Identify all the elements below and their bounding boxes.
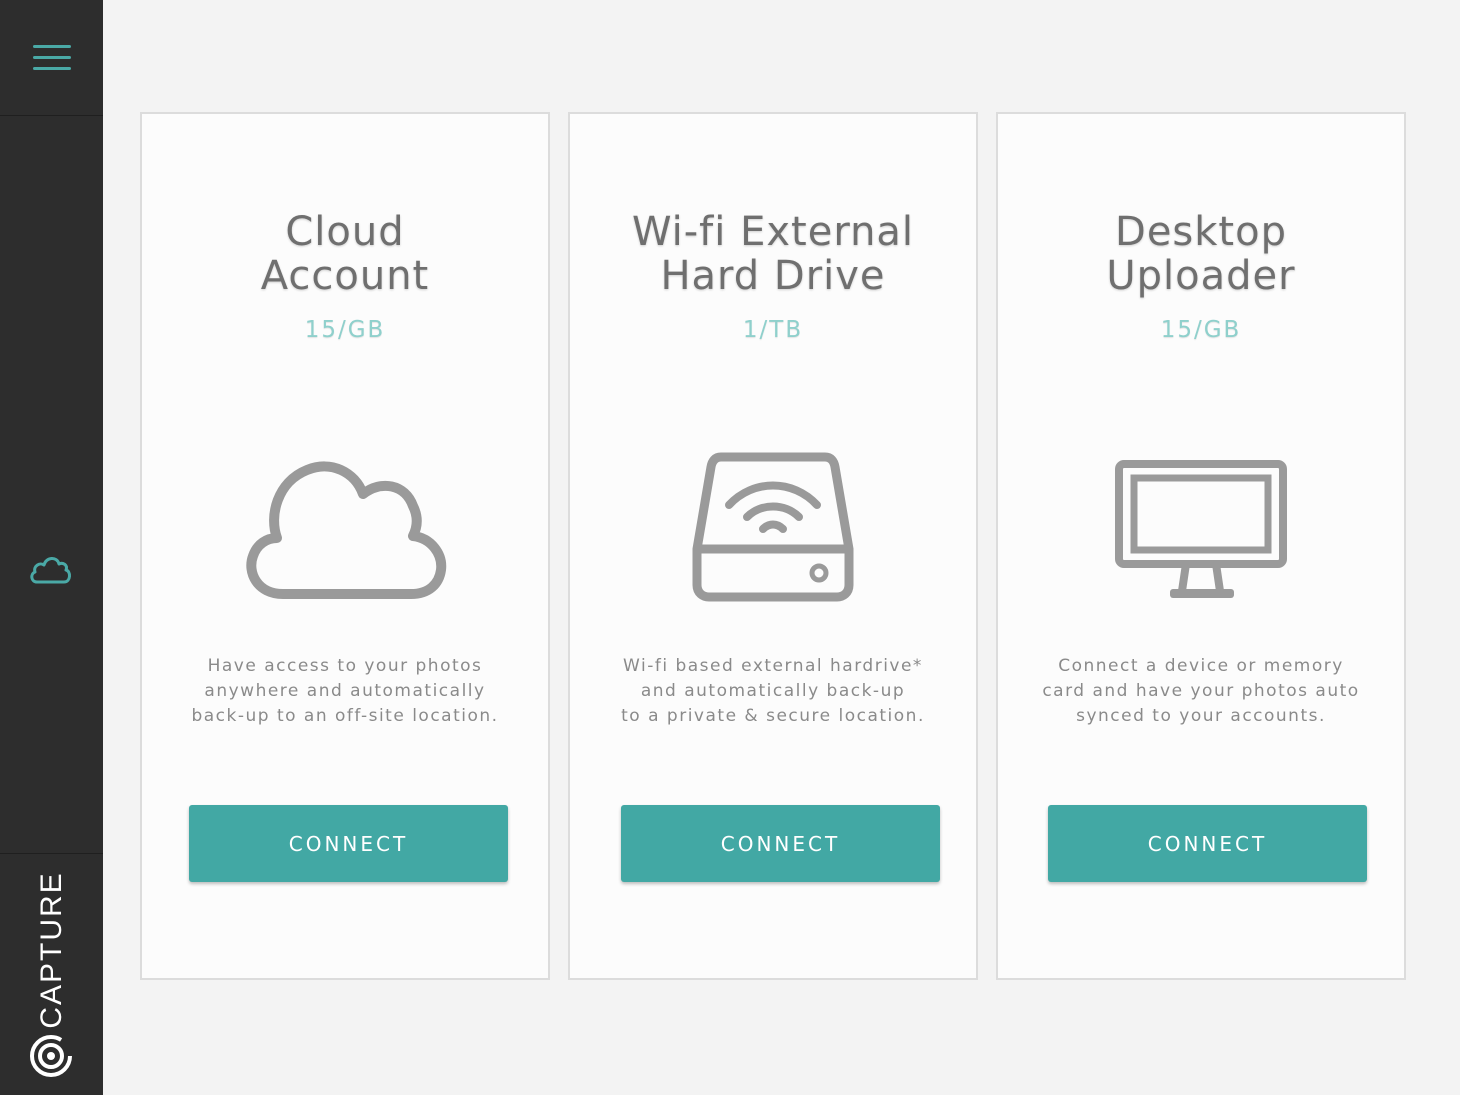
storage-capacity: 1/TB [742,317,804,343]
card-description: Connect a device or memory card and have… [998,654,1404,729]
sidebar: CAPTURE [0,0,103,1095]
description-line: to a private & secure location. [621,706,925,726]
cloud-icon [30,557,71,584]
cloud-icon [246,461,447,599]
hamburger-menu-icon [32,44,71,70]
description-line: card and have your photos auto [1042,681,1360,701]
card-description: Wi-fi based external hardrive* and autom… [570,654,976,729]
connect-cloud-button[interactable]: CONNECT [189,805,508,882]
card-description: Have access to your photos anywhere and … [142,654,548,729]
sidebar-item-cloud[interactable] [27,552,73,586]
desktop-uploader-card: Desktop Uploader 15/GB Connect a device … [996,112,1406,980]
wifi-hard-drive-icon [692,452,854,602]
card-title-line: Account [260,253,430,299]
app-root: CAPTURE Cloud Account 15/GB Have access … [0,0,1460,1095]
sidebar-header [0,0,103,116]
connect-hard-drive-button[interactable]: CONNECT [621,805,940,882]
card-title: Cloud Account [142,210,548,298]
menu-button[interactable] [32,38,72,78]
description-line: back-up to an off-site location. [191,706,499,726]
description-line: and automatically back-up [640,681,906,701]
wifi-hard-drive-card: Wi-fi External Hard Drive 1/TB Wi-fi bas… [568,112,978,980]
card-title-line: Uploader [1106,253,1296,299]
description-line: Connect a device or memory [1058,656,1344,676]
card-title-line: Cloud [285,209,405,255]
card-title: Desktop Uploader [998,210,1404,298]
description-line: anywhere and automatically [204,681,486,701]
description-line: Have access to your photos [207,656,483,676]
desktop-monitor-icon [1115,460,1287,598]
connect-desktop-button[interactable]: CONNECT [1048,805,1367,882]
card-title: Wi-fi External Hard Drive [570,210,976,298]
description-line: Wi-fi based external hardrive* [623,656,923,676]
card-title-line: Wi-fi External [631,209,915,255]
cloud-account-card: Cloud Account 15/GB Have access to your … [140,112,550,980]
storage-capacity: 15/GB [1160,317,1242,343]
brand-name: CAPTURE [35,871,68,1029]
storage-capacity: 15/GB [304,317,386,343]
card-title-line: Hard Drive [660,253,886,299]
description-line: synced to your accounts. [1076,706,1326,726]
card-title-line: Desktop [1115,209,1287,255]
capture-logo-icon [30,1035,72,1077]
